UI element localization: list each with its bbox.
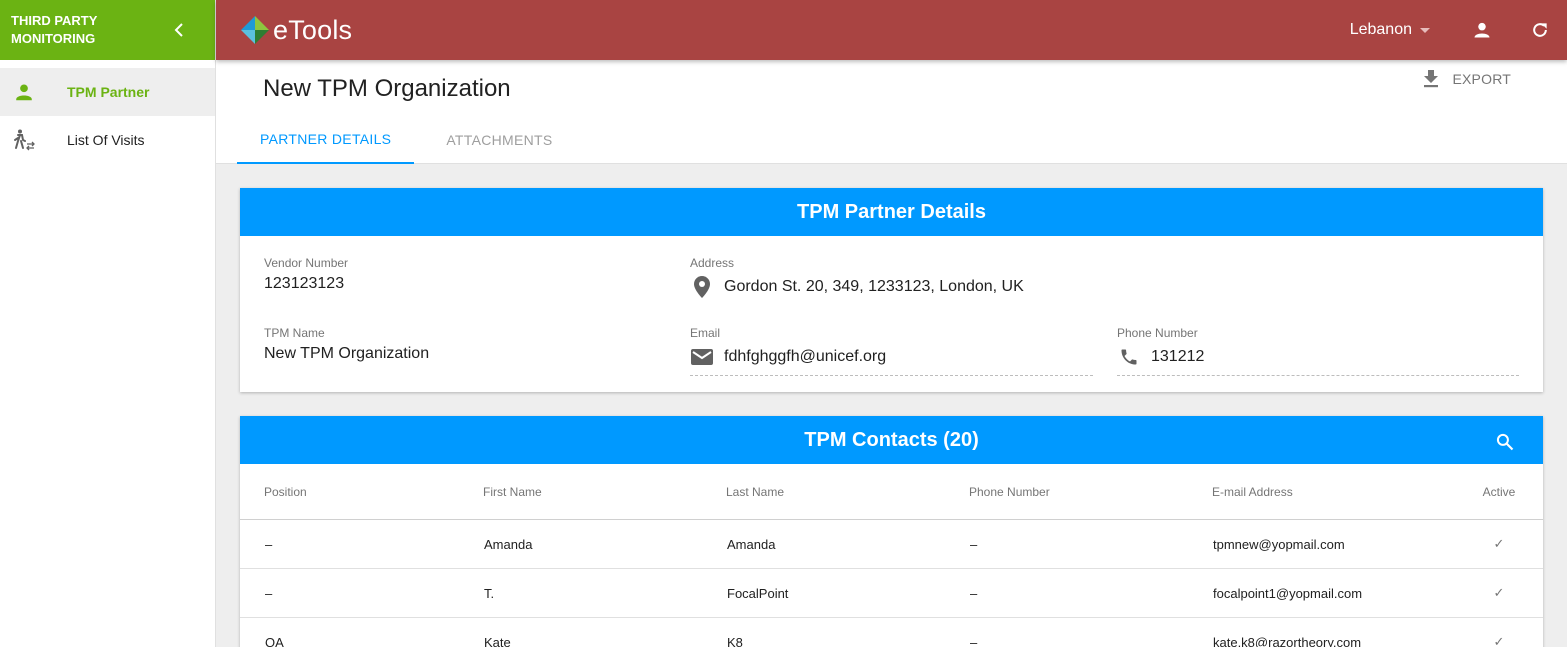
sidebar: THIRD PARTY MONITORING TPM Partner List … (0, 0, 216, 647)
column-last-name[interactable]: Last Name (726, 485, 969, 499)
tab-bar: PARTNER DETAILS ATTACHMENTS (237, 116, 576, 164)
chevron-left-icon (174, 23, 183, 37)
phone-input[interactable]: 131212 (1117, 345, 1519, 376)
walking-person-icon (12, 128, 36, 152)
vendor-number-label: Vendor Number (264, 256, 349, 270)
cell-first-name: Amanda (484, 536, 533, 552)
caret-down-icon (1420, 28, 1430, 33)
refresh-icon (1533, 23, 1547, 37)
column-active[interactable]: Active (1455, 485, 1543, 499)
address-value: Gordon St. 20, 349, 1233123, London, UK (724, 278, 1024, 295)
tpm-name-label: TPM Name (264, 326, 325, 340)
column-email-address[interactable]: E-mail Address (1212, 485, 1455, 499)
etools-logo-icon (241, 16, 269, 44)
tpm-name-value: New TPM Organization (264, 345, 430, 362)
collapse-sidebar-button[interactable] (169, 20, 189, 40)
tab-attachments[interactable]: ATTACHMENTS (414, 116, 575, 164)
email-label: Email (690, 326, 721, 340)
sidebar-nav: TPM Partner List Of Visits (0, 68, 215, 164)
column-first-name[interactable]: First Name (483, 485, 726, 499)
sidebar-item-label: TPM Partner (67, 84, 150, 100)
cell-last-name: Amanda (727, 536, 776, 552)
cell-first-name: Kate (484, 634, 511, 647)
country-selector[interactable]: Lebanon (1350, 21, 1430, 39)
cell-first-name: T. (484, 585, 495, 601)
cell-phone: – (970, 634, 978, 647)
topbar-actions: Lebanon (1350, 18, 1567, 42)
mail-icon (690, 345, 714, 369)
phone-icon (1117, 345, 1141, 369)
page-header: New TPM Organization EXPORT PARTNER DETA… (216, 60, 1567, 164)
cell-last-name: FocalPoint (727, 585, 789, 601)
email-input[interactable]: fdhfghggfh@unicef.org (690, 345, 1093, 376)
export-button[interactable]: EXPORT (1422, 69, 1511, 89)
export-label: EXPORT (1452, 71, 1511, 87)
sidebar-item-tpm-partner[interactable]: TPM Partner (0, 68, 215, 116)
cell-position: – (265, 536, 273, 552)
download-icon (1424, 70, 1439, 88)
tab-partner-details[interactable]: PARTNER DETAILS (237, 116, 415, 164)
email-value: fdhfghggfh@unicef.org (724, 348, 887, 365)
partner-details-card: TPM Partner Details Vendor Number 123123… (240, 188, 1543, 392)
person-icon (1474, 22, 1490, 38)
top-app-bar: eTools Lebanon (216, 0, 1567, 60)
vendor-number-field: Vendor Number 123123123 (264, 256, 644, 293)
user-profile-button[interactable] (1470, 18, 1494, 42)
tpm-contacts-title: TPM Contacts (20) (804, 428, 979, 451)
cell-position: – (265, 585, 273, 601)
column-position[interactable]: Position (240, 485, 483, 499)
table-row[interactable]: – T. FocalPoint – focalpoint1@yopmail.co… (240, 569, 1543, 618)
vendor-number-value: 123123123 (264, 275, 345, 292)
page-title: New TPM Organization (263, 75, 511, 102)
search-contacts-button[interactable] (1493, 430, 1517, 454)
cell-position: QA (265, 634, 284, 647)
email-field: Email fdhfghggfh@unicef.org (690, 326, 1093, 376)
check-icon: ✓ (1493, 536, 1505, 551)
column-phone-number[interactable]: Phone Number (969, 485, 1212, 499)
address-label: Address (690, 256, 735, 270)
tpm-contacts-card: TPM Contacts (20) Position First Name La… (240, 416, 1543, 647)
phone-value: 131212 (1151, 348, 1205, 365)
tpm-name-field: TPM Name New TPM Organization (264, 326, 644, 363)
etools-logo[interactable]: eTools (239, 14, 352, 46)
location-pin-icon (690, 275, 714, 299)
app-section-title: THIRD PARTY MONITORING (11, 13, 98, 46)
cell-email: kate.k8@razortheory.com (1213, 634, 1362, 647)
partner-details-header: TPM Partner Details (240, 188, 1543, 236)
search-icon (1496, 433, 1514, 451)
cell-last-name: K8 (727, 634, 743, 647)
cell-phone: – (970, 585, 978, 601)
cell-email: focalpoint1@yopmail.com (1213, 585, 1363, 601)
check-icon: ✓ (1493, 634, 1505, 647)
person-icon (12, 80, 36, 104)
table-row[interactable]: QA Kate K8 – kate.k8@razortheory.com ✓ (240, 618, 1543, 647)
phone-field: Phone Number 131212 (1117, 326, 1519, 376)
tpm-contacts-header: TPM Contacts (20) (240, 416, 1543, 464)
refresh-button[interactable] (1528, 18, 1552, 42)
check-icon: ✓ (1493, 585, 1505, 600)
sidebar-header: THIRD PARTY MONITORING (0, 0, 215, 60)
cell-email: tpmnew@yopmail.com (1213, 536, 1345, 552)
address-field: Address Gordon St. 20, 349, 1233123, Lon… (690, 256, 1490, 299)
country-label: Lebanon (1349, 21, 1412, 38)
table-row[interactable]: – Amanda Amanda – tpmnew@yopmail.com ✓ (240, 520, 1543, 569)
logo-text: eTools (273, 14, 353, 45)
contacts-table-header: Position First Name Last Name Phone Numb… (240, 464, 1543, 520)
cell-phone: – (970, 536, 978, 552)
sidebar-item-label: List Of Visits (67, 132, 145, 148)
phone-label: Phone Number (1117, 326, 1198, 340)
sidebar-item-list-of-visits[interactable]: List Of Visits (0, 116, 215, 164)
